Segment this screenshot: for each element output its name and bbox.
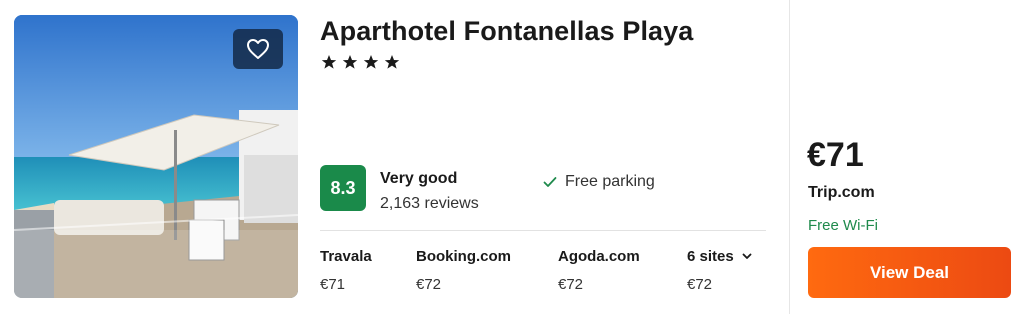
review-score-badge: 8.3 (320, 165, 366, 211)
hotel-result-card: Aparthotel Fontanellas Playa 8.3 Very go… (0, 0, 1024, 314)
chevron-down-icon (742, 253, 752, 259)
divider (320, 230, 766, 231)
heart-outline-icon (247, 39, 269, 59)
provider-name: 6 sites (687, 248, 734, 265)
provider-price: €72 (558, 276, 584, 293)
deal-site: Trip.com (808, 184, 875, 201)
deal-perk: Free Wi-Fi (808, 217, 878, 234)
more-sites-toggle[interactable]: 6 sites (687, 248, 752, 265)
provider-more-sites[interactable]: 6 sites €72 (687, 248, 752, 293)
provider-price: €71 (320, 276, 346, 293)
provider-name: Travala (320, 248, 372, 265)
hotel-name[interactable]: Aparthotel Fontanellas Playa (320, 16, 693, 47)
amenity-label: Free parking (565, 173, 655, 190)
check-icon (543, 177, 557, 187)
provider-booking[interactable]: Booking.com €72 (416, 248, 511, 293)
amenity-free-parking: Free parking (543, 173, 655, 191)
provider-price: €72 (687, 276, 713, 293)
star-icon (363, 55, 379, 69)
provider-price: €72 (416, 276, 442, 293)
column-divider (789, 0, 790, 314)
deal-price: €71 (807, 136, 864, 174)
review-count[interactable]: 2,163 reviews (380, 195, 479, 213)
view-deal-button[interactable]: View Deal (808, 247, 1011, 298)
provider-travala[interactable]: Travala €71 (320, 248, 372, 293)
favorite-button[interactable] (233, 29, 283, 69)
star-icon (384, 55, 400, 69)
provider-agoda[interactable]: Agoda.com €72 (558, 248, 640, 293)
provider-name: Booking.com (416, 248, 512, 265)
star-icon (342, 55, 358, 69)
provider-name: Agoda.com (558, 248, 640, 265)
star-icon (321, 55, 337, 69)
rating-label: Very good (380, 170, 458, 187)
star-rating (321, 54, 400, 70)
